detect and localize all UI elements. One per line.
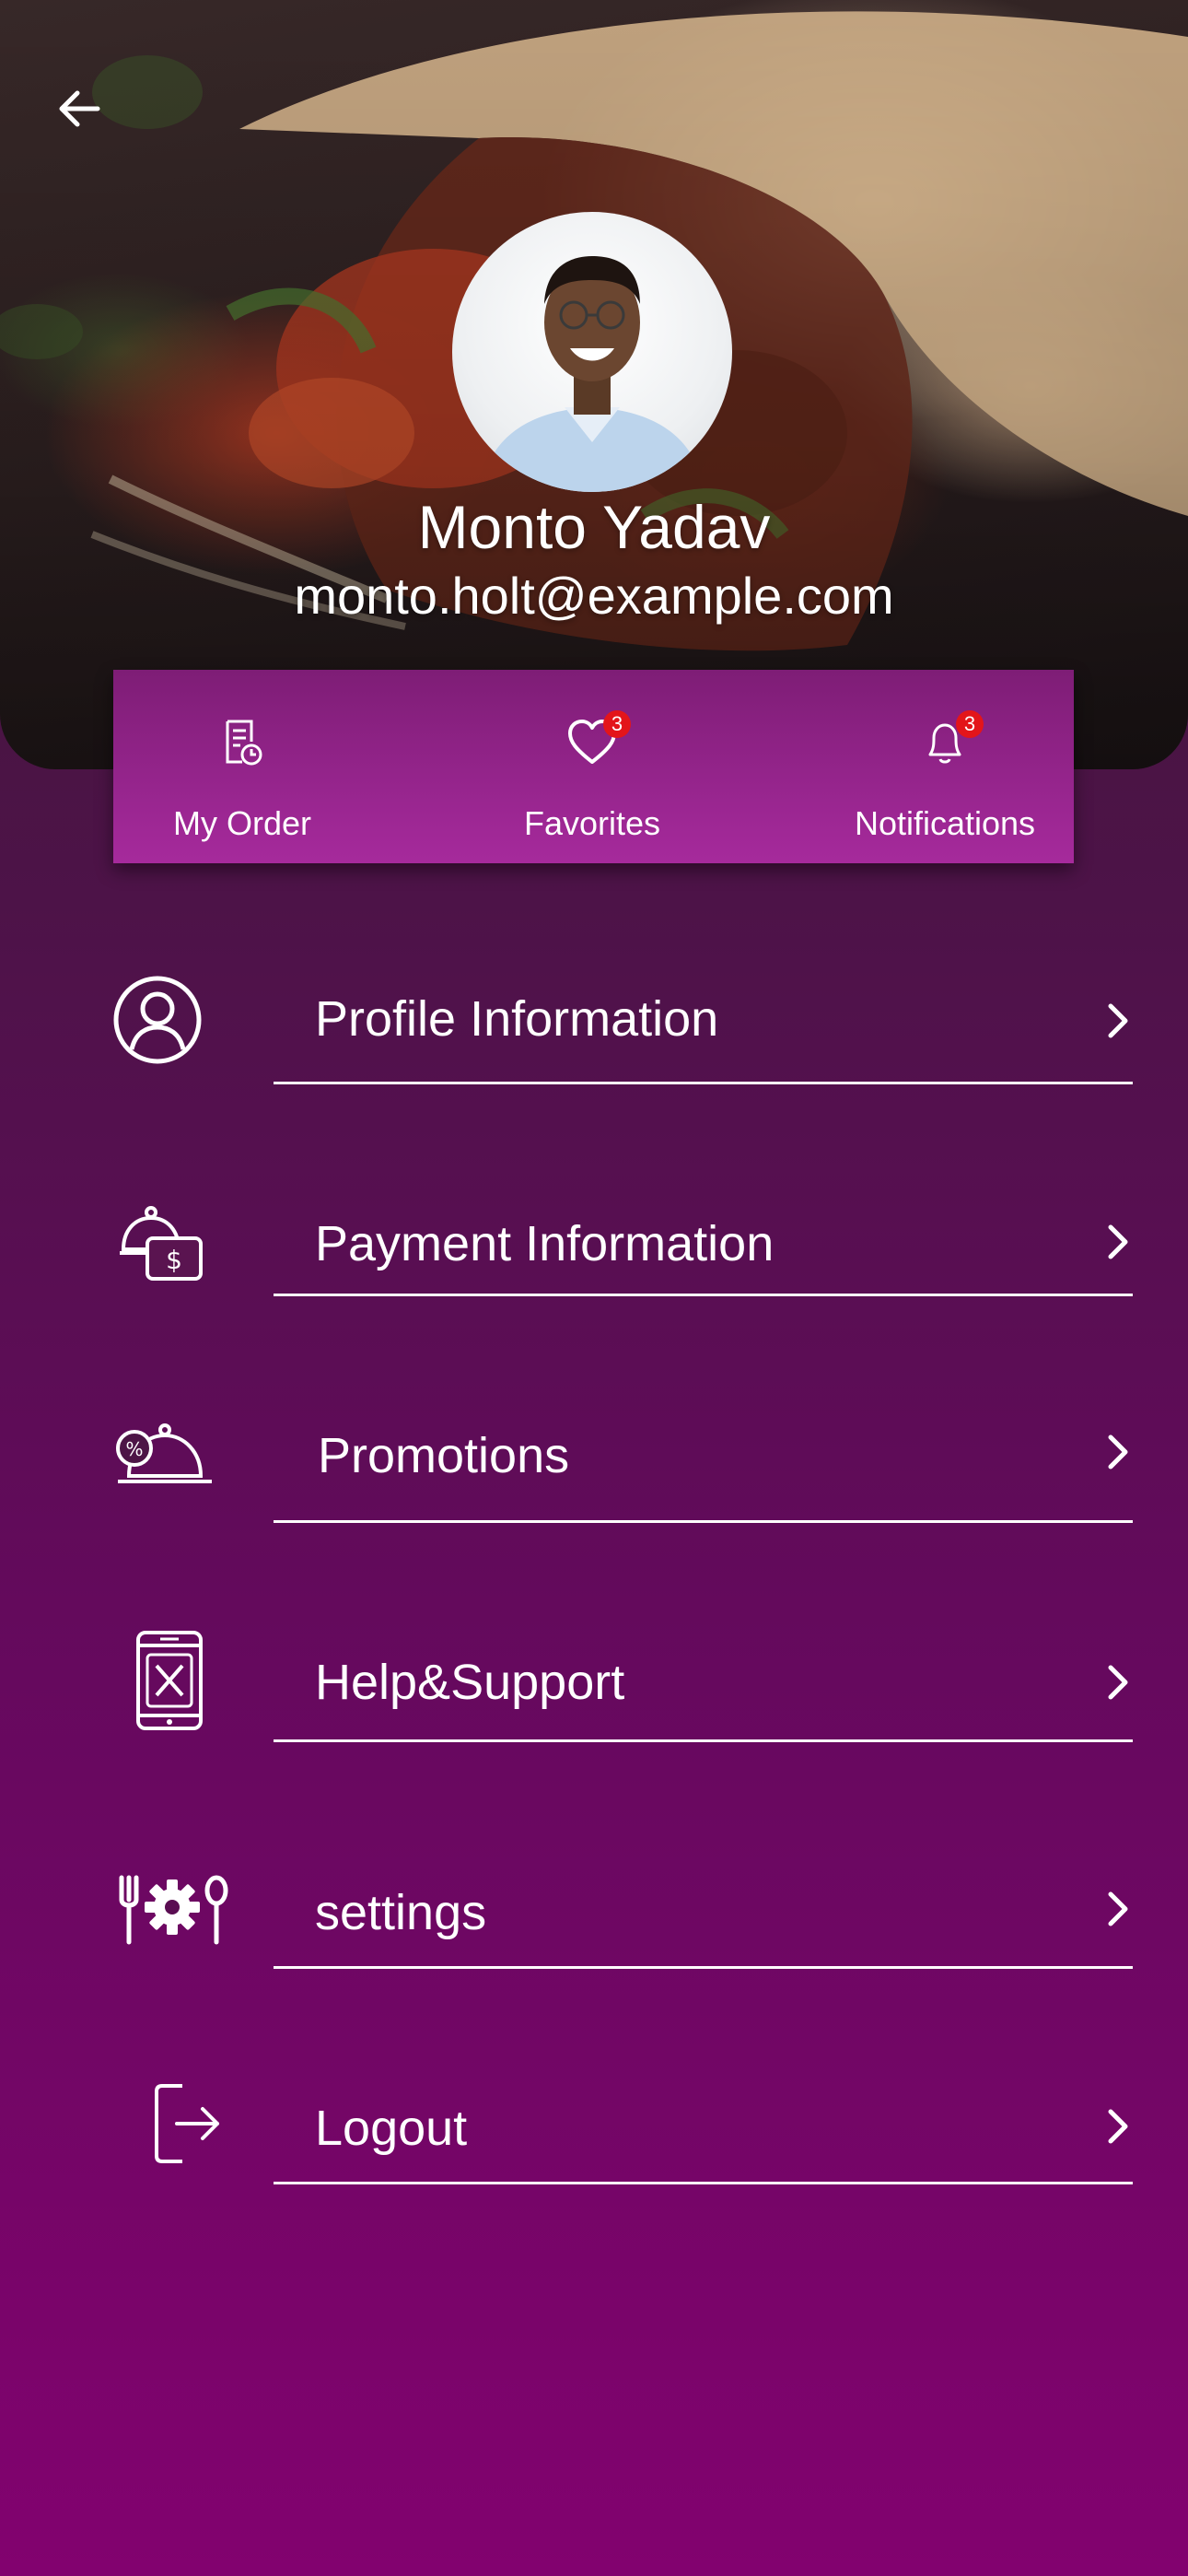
menu-item-settings[interactable]: settings: [0, 1815, 1188, 1999]
bell-icon-wrap: 3: [917, 710, 984, 771]
phone-support-icon: [136, 1631, 203, 1730]
menu-label: Payment Information: [315, 1216, 775, 1271]
chevron-right-icon: [1108, 1665, 1128, 1700]
cloche-discount-icon: %: [116, 1423, 212, 1483]
chevron-right-icon: [1108, 1003, 1128, 1038]
menu-label: Promotions: [318, 1428, 570, 1483]
notifications-badge: 3: [956, 710, 984, 738]
menu-divider: [274, 1082, 1133, 1084]
back-button[interactable]: [46, 76, 112, 142]
menu-item-help-support[interactable]: Help&Support: [0, 1594, 1188, 1778]
menu-label: Help&Support: [315, 1655, 625, 1710]
chevron-right-icon: [1108, 1224, 1128, 1259]
avatar-photo: [480, 256, 705, 492]
favorites-button[interactable]: 3 Favorites: [463, 670, 721, 863]
menu-divider: [274, 1520, 1133, 1523]
menu-label: Profile Information: [315, 991, 719, 1047]
menu-item-promotions[interactable]: % Promotions: [0, 1373, 1188, 1557]
profile-email: monto.holt@example.com: [294, 567, 894, 625]
notifications-label: Notifications: [854, 804, 1036, 842]
menu-item-profile-information[interactable]: Profile Information: [0, 931, 1188, 1115]
menu-label: settings: [315, 1885, 487, 1940]
menu-divider: [274, 1966, 1133, 1969]
menu-item-payment-information[interactable]: $ Payment Information: [0, 1152, 1188, 1336]
menu-label: Logout: [315, 2101, 468, 2156]
avatar[interactable]: [452, 212, 732, 492]
svg-text:$: $: [166, 1245, 182, 1275]
cloche-payment-icon: $: [120, 1206, 203, 1281]
profile-name: Monto Yadav: [417, 493, 771, 561]
utensils-gear-icon: [119, 1875, 228, 1945]
quick-actions-bar: My Order 3 Favorites 3 Notifications: [113, 670, 1074, 863]
chevron-right-icon: [1108, 1434, 1128, 1469]
user-circle-icon: [113, 976, 202, 1064]
my-order-label: My Order: [172, 804, 311, 842]
heart-icon-wrap: 3: [565, 710, 631, 771]
chevron-right-icon: [1108, 2109, 1128, 2144]
svg-text:%: %: [125, 1438, 143, 1460]
my-order-button[interactable]: My Order: [113, 670, 371, 863]
chevron-right-icon: [1108, 1891, 1128, 1926]
notifications-button[interactable]: 3 Notifications: [816, 670, 1074, 863]
menu-divider: [274, 2182, 1133, 2184]
favorites-badge: 3: [603, 710, 631, 738]
menu-item-logout[interactable]: Logout: [0, 2036, 1188, 2220]
order-receipt-icon: [226, 720, 262, 766]
menu-divider: [274, 1294, 1133, 1296]
arrow-left-icon: [59, 90, 100, 127]
logout-icon: [155, 2084, 219, 2163]
menu-divider: [274, 1739, 1133, 1742]
favorites-label: Favorites: [523, 804, 661, 842]
